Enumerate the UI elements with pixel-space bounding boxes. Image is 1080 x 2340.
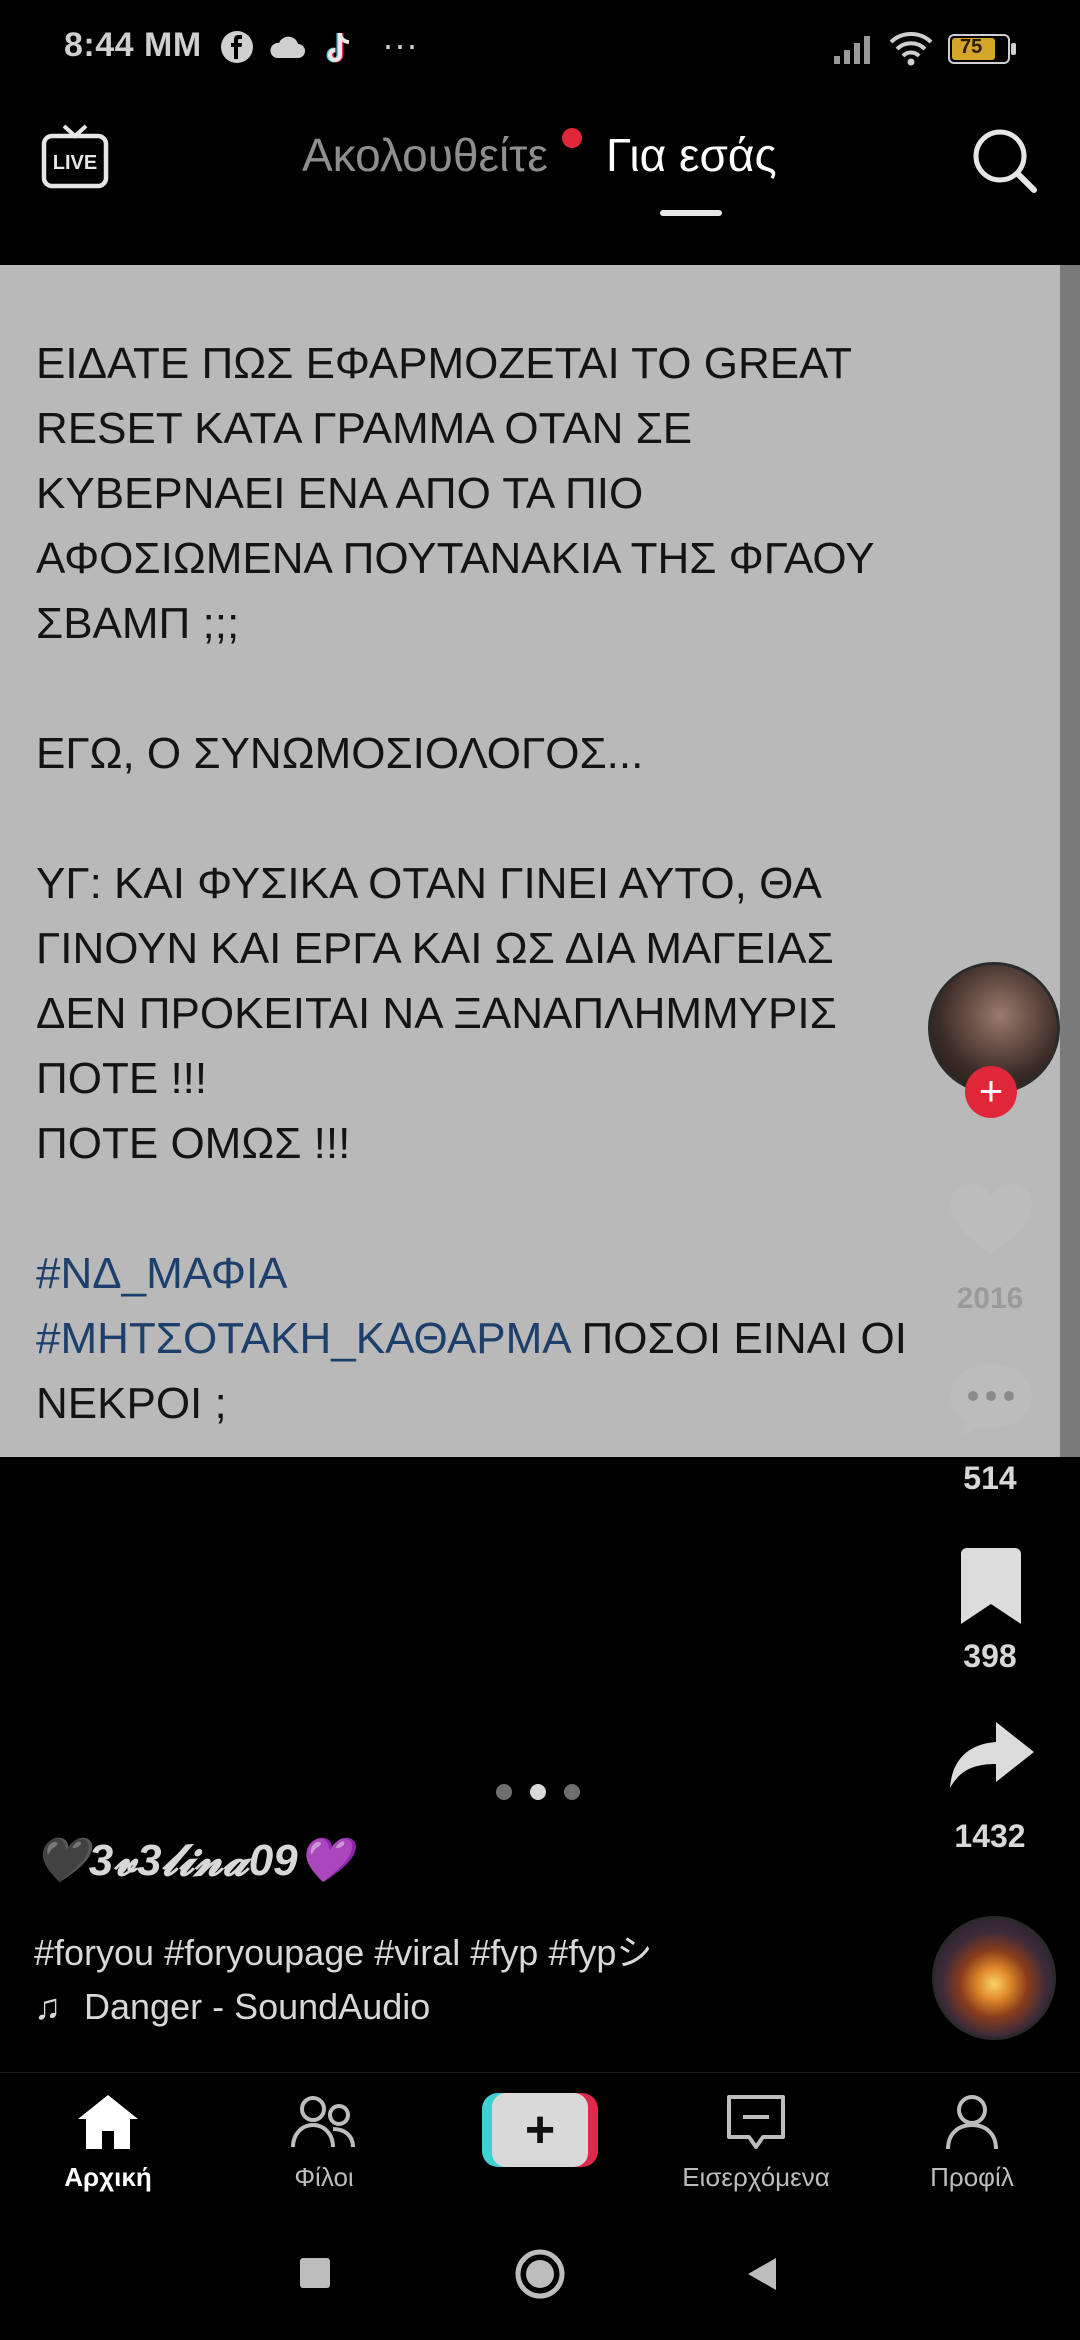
post-text-line: RESET ΚΑΤΑ ΓΡΑΜΜΑ ΟΤΑΝ ΣΕ	[36, 404, 693, 453]
share-count: 1432	[954, 1818, 1026, 1854]
live-button[interactable]: LIVE	[40, 122, 110, 192]
post-text-spacer	[36, 786, 1026, 851]
recents-button[interactable]	[300, 2258, 330, 2288]
post-text-spacer	[36, 1176, 1026, 1241]
system-nav	[0, 2212, 1080, 2340]
post-text-spacer	[36, 656, 1026, 721]
comment-count: 514	[963, 1460, 1017, 1496]
post-hashtag: #ΝΔ_ΜΑΦΙΑ	[36, 1249, 288, 1298]
screen: 8:44 MM ··· 75 LIVE Ακολουθείτε Για εσάς…	[0, 0, 1080, 2340]
nav-friends[interactable]: Φίλοι	[224, 2093, 424, 2193]
post-text-line: ΕΙΔΑΤΕ ΠΩΣ ΕΦΑΡΜΟΖΕΤΑΙ ΤΟ GREAT	[36, 339, 853, 388]
caption[interactable]: #foryou #foryoupage #viral #fyp #fypシ	[34, 1924, 652, 1976]
active-tab-indicator	[660, 210, 722, 216]
post-text-line: ΑΦΟΣΙΩΜΕΝΑ ΠΟΥΤΑΝΑΚΙΑ ΤΗΣ ΦΓΑΟΥ	[36, 534, 875, 583]
username[interactable]: 🖤3𝓿3𝓵𝓲𝓷𝓪09💜	[34, 1834, 352, 1886]
music-title: Danger - SoundAudio	[84, 1986, 431, 2027]
create-button[interactable]: +	[482, 2093, 598, 2167]
music-row[interactable]: ♫ Danger - SoundAudio	[34, 1986, 430, 2028]
cloud-icon	[268, 34, 306, 65]
tab-following[interactable]: Ακολουθείτε	[302, 128, 548, 182]
share-button[interactable]	[946, 1718, 1036, 1794]
post-text-line: ΠΟΤΕ ΟΜΩΣ !!!	[36, 1119, 351, 1168]
post-text: ΕΙΔΑΤΕ ΠΩΣ ΕΦΑΡΜΟΖΕΤΑΙ ΤΟ GREAT RESET ΚΑ…	[36, 331, 1026, 1436]
tiktok-icon	[320, 30, 354, 73]
home-icon	[78, 2095, 138, 2149]
carousel-dot-active	[530, 1784, 546, 1800]
music-note-icon: ♫	[34, 1986, 61, 2027]
music-disc[interactable]	[932, 1916, 1056, 2040]
top-nav: LIVE Ακολουθείτε Για εσάς	[0, 100, 1080, 265]
nav-profile-label: Προφίλ	[930, 2162, 1014, 2192]
share-arrow-icon	[950, 1722, 1034, 1788]
bookmark-button[interactable]	[955, 1546, 1027, 1626]
nav-friends-label: Φίλοι	[294, 2162, 354, 2192]
search-button[interactable]	[970, 126, 1040, 196]
wifi-icon	[888, 30, 934, 71]
live-tv-icon: LIVE	[41, 124, 109, 189]
inbox-icon	[727, 2095, 785, 2149]
search-icon	[973, 129, 1037, 193]
back-triangle-icon	[748, 2258, 776, 2290]
plus-icon: +	[492, 2093, 588, 2167]
follow-button[interactable]: +	[965, 1066, 1017, 1118]
nav-inbox[interactable]: Εισερχόμενα	[656, 2093, 856, 2193]
carousel-indicator	[496, 1784, 586, 1804]
signal-icon	[832, 34, 876, 69]
home-circle-icon	[515, 2249, 565, 2299]
bookmark-icon	[961, 1548, 1021, 1624]
post-text-line: ΠΟΤΕ !!!	[36, 1054, 208, 1103]
post-text-line: #ΜΗΤΣΟΤΑΚΗ_ΚΑΘΑΡΜΑ ΠΟΣΟΙ ΕΙΝΑΙ ΟΙ	[36, 1306, 1026, 1371]
friends-icon	[291, 2096, 355, 2148]
system-home-button[interactable]	[514, 2248, 566, 2300]
bottom-nav: Αρχική Φίλοι + Εισερχόμενα Προφίλ	[0, 2072, 1080, 2213]
post-hashtag: #ΜΗΤΣΟΤΑΚΗ_ΚΑΘΑΡΜΑ	[36, 1314, 570, 1363]
nav-home[interactable]: Αρχική	[8, 2093, 208, 2193]
tab-for-you[interactable]: Για εσάς	[606, 128, 777, 182]
post-image-edge	[1060, 265, 1080, 1457]
status-bar: 8:44 MM ··· 75	[0, 0, 1080, 100]
back-button[interactable]	[742, 2254, 782, 2294]
like-count: 2016	[956, 1282, 1024, 1315]
post-text-line: ΚΥΒΕΡΝΑΕΙ ΕΝΑ ΑΠΟ ΤΑ ΠΙΟ	[36, 469, 644, 518]
profile-icon	[946, 2095, 998, 2150]
post-text-line: ΔΕΝ ΠΡΟΚΕΙΤΑΙ ΝΑ ΞΑΝΑΠΛΗΜΜΥΡΙΣ	[36, 989, 837, 1038]
comment-button[interactable]	[946, 1360, 1036, 1440]
status-time: 8:44 MM	[64, 26, 202, 64]
post-text-segment: ΠΟΣΟΙ ΕΙΝΑΙ ΟΙ	[569, 1314, 907, 1363]
carousel-dot	[564, 1784, 580, 1800]
post-text-line: ΓΙΝΟΥΝ ΚΑΙ ΕΡΓΑ ΚΑΙ ΩΣ ΔΙΑ ΜΑΓΕΙΑΣ	[36, 924, 834, 973]
like-button[interactable]	[946, 1180, 1036, 1260]
facebook-icon	[220, 30, 254, 69]
post-image[interactable]: ΕΙΔΑΤΕ ΠΩΣ ΕΦΑΡΜΟΖΕΤΑΙ ΤΟ GREAT RESET ΚΑ…	[0, 265, 1060, 1457]
more-icon: ···	[382, 24, 418, 65]
post-text-line: ΣΒΑΜΠ ;;;	[36, 599, 240, 648]
battery-level: 75	[960, 36, 983, 58]
heart-icon	[950, 1184, 1032, 1254]
notification-dot	[562, 128, 582, 148]
post-text-line: ΕΓΩ, Ο ΣΥΝΩΜΟΣΙΟΛΟΓΟΣ...	[36, 729, 644, 778]
post-text-line: ΥΓ: ΚΑΙ ΦΥΣΙΚΑ ΟΤΑΝ ΓΙΝΕΙ ΑΥΤΟ, ΘΑ	[36, 859, 822, 908]
svg-text:LIVE: LIVE	[53, 152, 97, 174]
carousel-dot	[496, 1784, 512, 1800]
comment-icon	[950, 1364, 1032, 1436]
nav-inbox-label: Εισερχόμενα	[682, 2162, 830, 2192]
nav-profile[interactable]: Προφίλ	[872, 2093, 1072, 2193]
bookmark-count: 398	[963, 1638, 1017, 1674]
post-text-line: ΝΕΚΡΟΙ ;	[36, 1379, 227, 1428]
nav-home-label: Αρχική	[64, 2162, 152, 2192]
